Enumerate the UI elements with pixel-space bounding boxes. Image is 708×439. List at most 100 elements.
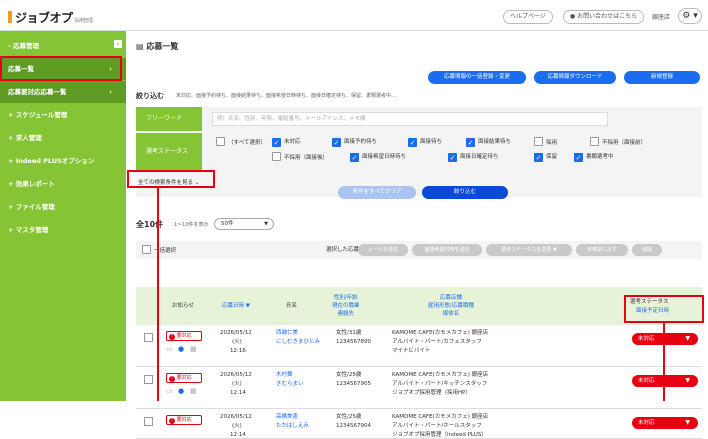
user-icon[interactable]: ● [178, 387, 184, 395]
filter-panel: フリーワード 例）氏名、性別、年齢、電話番号、メールアドレス、メモ欄 選考ステー… [136, 107, 702, 197]
table-row[interactable]: ! 要対応 2026/05/12 (火) 12:14 高橋美恵 たかはしえみ 女… [136, 409, 702, 439]
sidebar-item-indeed-plus[interactable]: + Indeed PLUSオプション [0, 150, 126, 172]
row-name[interactable]: 高橋美恵 [276, 413, 298, 421]
row-kana[interactable]: きむらまい [276, 380, 304, 388]
notice-badge: ! 要対応 [166, 415, 202, 425]
col-date[interactable]: 応募日時 ▼ [222, 302, 250, 310]
caret-down-icon: ▼ [685, 419, 690, 426]
status-select[interactable]: 未対応 ▼ [632, 375, 698, 387]
row-media: ジョブオプ採用管理（Indeed PLUS） [392, 432, 487, 438]
row-phone: 1234567905 [336, 381, 371, 387]
sidebar-item-schedule[interactable]: + スケジュール管理 [0, 104, 126, 126]
settings-gear-icon[interactable]: ⚙ ▾ [678, 8, 702, 24]
main-content: ▤ 応募一覧 応募情報の一括登録・変更 応募情報ダウンロード 新規登録 絞り込む… [126, 31, 708, 439]
unread-button[interactable]: 未確認に戻す [576, 244, 628, 256]
collapse-icon[interactable]: ‹ [114, 40, 122, 48]
app-logo[interactable]: ジョブオプ 採用管理 [8, 9, 93, 26]
download-button[interactable]: 応募情報ダウンロード [534, 71, 616, 84]
check-rejected-after[interactable]: 不採用（面接後） [272, 152, 328, 161]
col-profile[interactable]: 性別/年齢 現在の職業 連絡先 [332, 294, 360, 318]
calendar-icon[interactable]: ▦ [190, 387, 197, 395]
freeword-label: フリーワード [136, 107, 202, 131]
user-icon[interactable]: ● [178, 345, 184, 353]
top-bar: ジョブオプ 採用管理 ヘルプページ ● お問い合わせはこちら 銀座店 ⚙ ▾ [0, 0, 708, 31]
sidebar-item-report[interactable]: + 効果レポート [0, 173, 126, 195]
col-notice: お知らせ [172, 303, 194, 309]
check-interview-booking[interactable]: ✓ 面接予約待ち [332, 137, 377, 147]
check-unhandled[interactable]: ✓ 未対応 [272, 137, 301, 147]
row-time: 12:16 [230, 348, 246, 354]
caret-down-icon: ▼ [264, 221, 268, 227]
search-button[interactable]: 絞り込む [422, 186, 508, 199]
row-kana[interactable]: にしむきまひとみ [276, 338, 320, 346]
caret-down-icon: ▼ [685, 335, 690, 342]
table-row[interactable]: ! 要対応 ▭ ● ▦ 2026/05/12 (火) 12:16 西端仁美 にし… [136, 325, 702, 367]
row-date: 2026/05/12 [220, 372, 252, 378]
sidebar-item-master[interactable]: + マスタ管理 [0, 219, 126, 241]
shop-name: 銀座店 [652, 14, 671, 21]
row-day: (火) [232, 381, 242, 387]
row-time: 12:14 [230, 432, 246, 438]
check-select-all[interactable]: （すべて選択） [216, 137, 266, 146]
new-register-button[interactable]: 新規登録 [624, 71, 700, 84]
row-name[interactable]: 木村舞 [276, 371, 293, 379]
delete-button[interactable]: 削除 [632, 244, 662, 256]
row-checkbox[interactable] [144, 333, 153, 342]
row-time: 12:14 [230, 390, 246, 396]
sidebar-item-pending-list[interactable]: 応募要対応応募一覧 › [0, 81, 126, 103]
status-select[interactable]: 未対応 ▼ [632, 417, 698, 429]
check-screening[interactable]: ✓ 書類選考中 [574, 152, 614, 162]
select-all-checkbox[interactable]: 一括選択 [142, 245, 176, 254]
status-select[interactable]: 未対応 ▼ [632, 333, 698, 345]
send-mail-button[interactable]: メールを送信 [358, 244, 408, 256]
check-rejected-before[interactable]: 不採用（面接前） [590, 137, 646, 146]
check-interview-waiting[interactable]: ✓ 面接待ち [408, 137, 442, 147]
row-day: (火) [232, 339, 242, 345]
sidebar-item-files[interactable]: + ファイル管理 [0, 196, 126, 218]
memo-icon[interactable]: ▭ [166, 345, 173, 353]
row-date: 2026/05/12 [220, 414, 252, 420]
row-shop: KAMOME CAFE(カモメカフェ) 銀座店 [392, 414, 489, 420]
highlight-status [624, 295, 704, 323]
clear-conditions-button[interactable]: 条件をすべてクリア [338, 186, 416, 199]
row-name[interactable]: 西端仁美 [276, 329, 298, 337]
page-title: ▤ 応募一覧 [136, 42, 179, 51]
table-row[interactable]: ! 要対応 ▭ ● ▦ 2026/05/12 (火) 12:14 木村舞 きむら… [136, 367, 702, 409]
annotation-line-right [663, 323, 665, 401]
caret-down-icon: ▼ [685, 377, 690, 384]
table-header: お知らせ 応募日時 ▼ 氏名 性別/年齢 現在の職業 連絡先 応募店舗 雇用形態… [136, 287, 702, 325]
sidebar-item-jobs[interactable]: + 求人管理 [0, 127, 126, 149]
row-shop: KAMOME CAFE(カモメカフェ) 銀座店 [392, 372, 489, 378]
memo-icon[interactable]: ▭ [166, 387, 173, 395]
row-phone: 1234567904 [336, 423, 371, 429]
check-hold[interactable]: ✓ 保留 [534, 152, 557, 162]
freeword-input[interactable]: 例）氏名、性別、年齢、電話番号、メールアドレス、メモ欄 [212, 112, 608, 126]
filter-title: 絞り込む [136, 92, 164, 100]
check-interview-result[interactable]: ✓ 面接結果待ち [466, 137, 511, 147]
bulk-action-bar: 一括選択 選択した応募に メールを送信 面接希望日時を送信 選考ステータスを変更… [136, 241, 702, 259]
row-checkbox[interactable] [144, 417, 153, 426]
col-job[interactable]: 応募店舗 雇用形態/応募職種 媒体名 [428, 294, 474, 318]
sidebar-item-application-management[interactable]: - 応募管理 ‹ [0, 35, 126, 57]
row-phone: 1234567890 [336, 339, 371, 345]
bulk-change-button[interactable]: 応募情報の一括登録・変更 [428, 71, 526, 84]
check-date-confirm[interactable]: ✓ 面接日確定待ち [448, 152, 499, 162]
result-count: 全10件 [136, 220, 164, 229]
contact-button[interactable]: ● お問い合わせはこちら [563, 10, 645, 24]
change-status-button[interactable]: 選考ステータスを変更 ▼ [486, 244, 572, 256]
help-button[interactable]: ヘルプページ [503, 10, 553, 24]
sidebar: - 応募管理 ‹ 応募一覧 › 応募要対応応募一覧 › + スケジュール管理 + 求人… [0, 31, 126, 401]
per-page-select[interactable]: 50件 ▼ [214, 218, 274, 230]
highlight-more-conditions [127, 170, 215, 188]
row-gender-age: 女性/25歳 [336, 372, 362, 378]
chevron-right-icon: › [109, 88, 112, 96]
row-kana[interactable]: たかはしえみ [276, 422, 309, 430]
logo-mark-icon [8, 11, 12, 23]
send-date-button[interactable]: 面接希望日時を送信 [412, 244, 482, 256]
row-job: アルバイト・パート/ホールスタッフ [392, 423, 482, 429]
calendar-icon[interactable]: ▦ [190, 345, 197, 353]
check-hired[interactable]: 採用 [534, 137, 557, 146]
notice-badge: ! 要対応 [166, 331, 202, 341]
check-preferred-date[interactable]: ✓ 面接希望日時待ち [350, 152, 406, 162]
row-checkbox[interactable] [144, 375, 153, 384]
